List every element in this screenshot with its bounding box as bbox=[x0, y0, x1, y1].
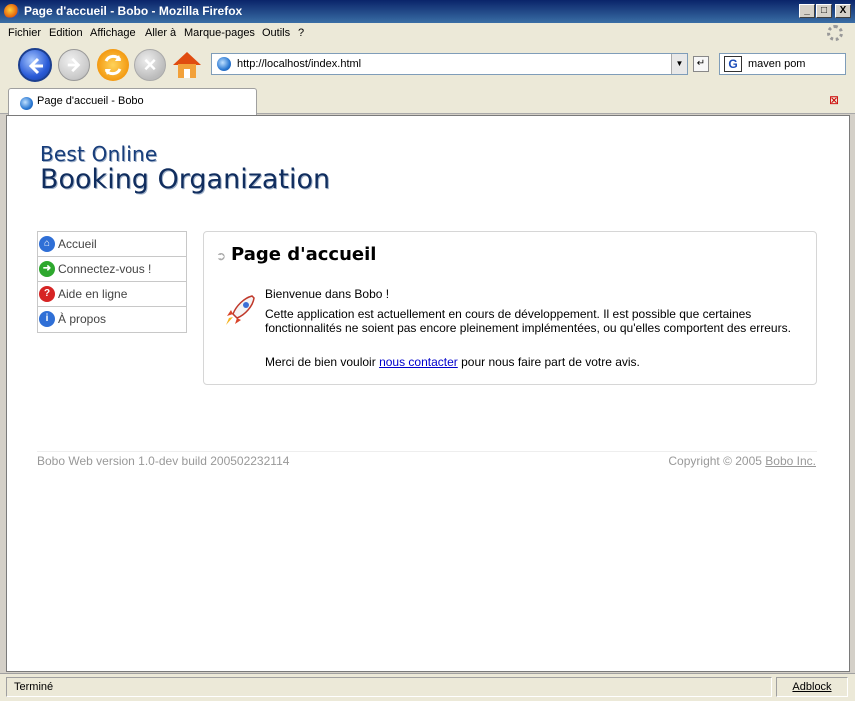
back-button[interactable] bbox=[18, 48, 52, 82]
welcome-text: Bienvenue dans Bobo ! bbox=[265, 287, 390, 301]
heading-arrow-icon: ➲ bbox=[216, 249, 227, 263]
home-button[interactable] bbox=[170, 48, 204, 82]
menu-fichier[interactable]: Fichier bbox=[8, 27, 41, 39]
minimize-button[interactable]: _ bbox=[799, 4, 815, 18]
menu-outils[interactable]: Outils bbox=[262, 27, 290, 39]
company-link[interactable]: Bobo Inc. bbox=[765, 454, 816, 468]
search-engine-icon[interactable]: G bbox=[724, 56, 742, 72]
status-message: Terminé bbox=[6, 677, 772, 697]
logo-line-1: Best Online bbox=[40, 142, 158, 166]
firefox-icon bbox=[4, 4, 19, 19]
dev-notice-text: Cette application est actuellement en co… bbox=[265, 307, 791, 335]
copyright-text: Copyright © 2005 bbox=[668, 454, 762, 468]
menu-bar: Fichier Edition Affichage Aller à Marque… bbox=[0, 23, 855, 44]
menu-help[interactable]: ? bbox=[298, 27, 304, 39]
page-viewport: Best Online Booking Organization ⌂ Accue… bbox=[6, 115, 850, 672]
back-arrow-icon bbox=[28, 57, 43, 75]
home-icon bbox=[173, 52, 201, 78]
rocket-icon bbox=[226, 295, 255, 325]
footer-version: Bobo Web version 1.0-dev build 200502232… bbox=[37, 454, 290, 468]
contact-sentence: Merci de bien vouloir nous contacter pou… bbox=[265, 355, 640, 369]
tab-globe-icon bbox=[20, 97, 33, 110]
contact-prefix: Merci de bien vouloir bbox=[265, 355, 376, 369]
window-title: Page d'accueil - Bobo - Mozilla Firefox bbox=[24, 4, 243, 18]
search-bar[interactable]: G maven pom bbox=[719, 53, 846, 75]
sidebar-menu: ⌂ Accueil ➜ Connectez-vous ! ? Aide en l… bbox=[37, 231, 187, 333]
tab-page-accueil[interactable]: Page d'accueil - Bobo bbox=[8, 88, 257, 115]
stop-button[interactable]: × bbox=[134, 49, 166, 81]
sidebar-item-label: Accueil bbox=[58, 237, 97, 251]
address-dropdown-button[interactable]: ▼ bbox=[671, 54, 687, 74]
contact-link[interactable]: nous contacter bbox=[379, 355, 458, 369]
address-bar[interactable]: http://localhost/index.html ▼ bbox=[211, 53, 688, 75]
stop-icon: × bbox=[143, 52, 157, 77]
tab-label: Page d'accueil - Bobo bbox=[37, 95, 144, 107]
sidebar-item-connexion[interactable]: ➜ Connectez-vous ! bbox=[38, 257, 186, 282]
site-globe-icon bbox=[217, 57, 231, 71]
login-arrow-icon: ➜ bbox=[39, 261, 55, 277]
navigation-toolbar: × http://localhost/index.html ▼ ↵ G mave… bbox=[0, 44, 855, 86]
reload-button[interactable] bbox=[97, 49, 129, 81]
title-bar: Page d'accueil - Bobo - Mozilla Firefox … bbox=[0, 0, 855, 23]
menu-marque-pages[interactable]: Marque-pages bbox=[184, 27, 255, 39]
sidebar-item-accueil[interactable]: ⌂ Accueil bbox=[38, 232, 186, 257]
menu-edition[interactable]: Edition bbox=[49, 27, 83, 39]
sidebar-item-aide[interactable]: ? Aide en ligne bbox=[38, 282, 186, 307]
status-bar: Terminé Adblock bbox=[0, 673, 855, 701]
menu-aller[interactable]: Aller à bbox=[145, 27, 176, 39]
logo-line-2: Booking Organization bbox=[40, 164, 331, 195]
adblock-button[interactable]: Adblock bbox=[776, 677, 848, 697]
sidebar-item-label: Aide en ligne bbox=[58, 287, 128, 301]
reload-icon bbox=[104, 54, 122, 76]
info-icon: i bbox=[39, 311, 55, 327]
close-button[interactable]: X bbox=[835, 4, 851, 18]
contact-suffix: pour nous faire part de votre avis. bbox=[461, 355, 640, 369]
address-input[interactable]: http://localhost/index.html bbox=[237, 58, 361, 70]
menu-affichage[interactable]: Affichage bbox=[90, 27, 136, 39]
content-panel: ➲ Page d'accueil Bienvenue dans Bobo ! C… bbox=[203, 231, 817, 385]
maximize-button[interactable]: □ bbox=[816, 4, 832, 18]
search-input[interactable]: maven pom bbox=[748, 58, 805, 70]
go-button[interactable]: ↵ bbox=[693, 56, 709, 72]
sidebar-item-label: À propos bbox=[58, 312, 107, 326]
help-icon: ? bbox=[39, 286, 55, 302]
activity-throbber-icon bbox=[827, 25, 843, 41]
forward-arrow-icon bbox=[67, 57, 81, 73]
home-icon: ⌂ bbox=[39, 236, 55, 252]
sidebar-item-label: Connectez-vous ! bbox=[58, 262, 152, 276]
sidebar-item-a-propos[interactable]: i À propos bbox=[38, 307, 186, 332]
footer-copyright: Copyright © 2005 Bobo Inc. bbox=[668, 454, 816, 468]
footer-divider bbox=[37, 451, 817, 452]
tab-strip: Page d'accueil - Bobo ⊠ bbox=[0, 86, 855, 115]
page-title: Page d'accueil bbox=[231, 244, 377, 265]
forward-button[interactable] bbox=[58, 49, 90, 81]
close-tab-icon[interactable]: ⊠ bbox=[829, 94, 845, 106]
